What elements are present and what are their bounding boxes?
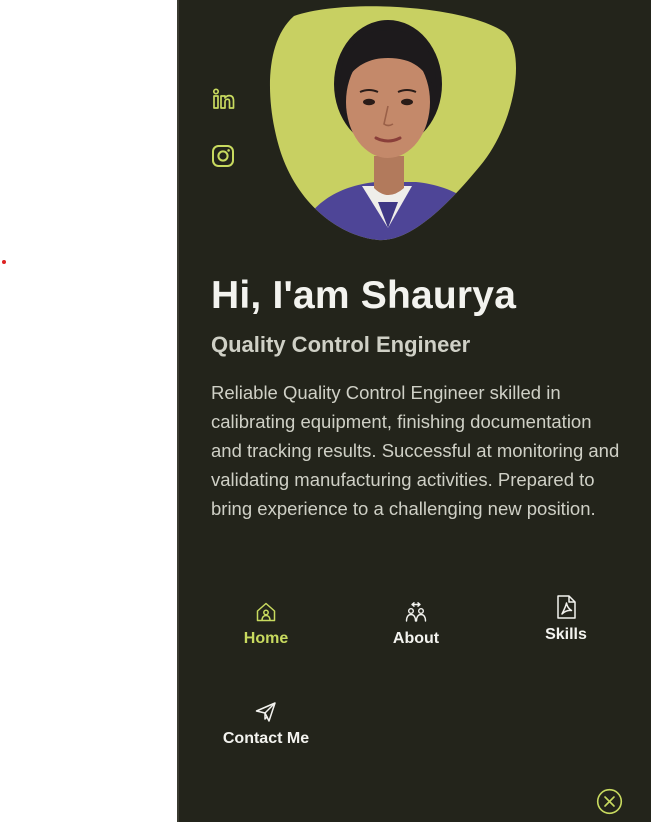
home-icon: [256, 602, 276, 622]
close-menu-button[interactable]: [596, 788, 623, 820]
nav-contact[interactable]: Contact Me: [206, 700, 326, 748]
linkedin-link[interactable]: [211, 86, 237, 112]
close-icon: [596, 788, 623, 815]
nav-contact-label: Contact Me: [222, 730, 310, 747]
instagram-link[interactable]: [211, 144, 235, 168]
nav-home[interactable]: Home: [206, 600, 326, 648]
nav-about-label: About: [392, 630, 440, 647]
send-icon: [255, 702, 276, 722]
nav-home-label: Home: [243, 630, 289, 647]
nav-skills-label: Skills: [545, 626, 587, 643]
job-title: Quality Control Engineer: [211, 332, 471, 357]
red-dot-marker: [2, 260, 6, 264]
users-icon: [405, 602, 427, 622]
pdf-file-icon: [557, 595, 576, 619]
nav-about[interactable]: About: [356, 600, 476, 648]
greeting-heading: Hi, I'am Shaurya: [211, 274, 517, 317]
nav-skills[interactable]: Skills: [506, 594, 626, 644]
mobile-menu-panel: Hi, I'am Shaurya Quality Control Enginee…: [177, 0, 651, 822]
instagram-icon: [212, 145, 234, 167]
bio-paragraph: Reliable Quality Control Engineer skille…: [211, 382, 620, 519]
linkedin-icon: [212, 88, 235, 109]
profile-photo: [269, 6, 517, 241]
